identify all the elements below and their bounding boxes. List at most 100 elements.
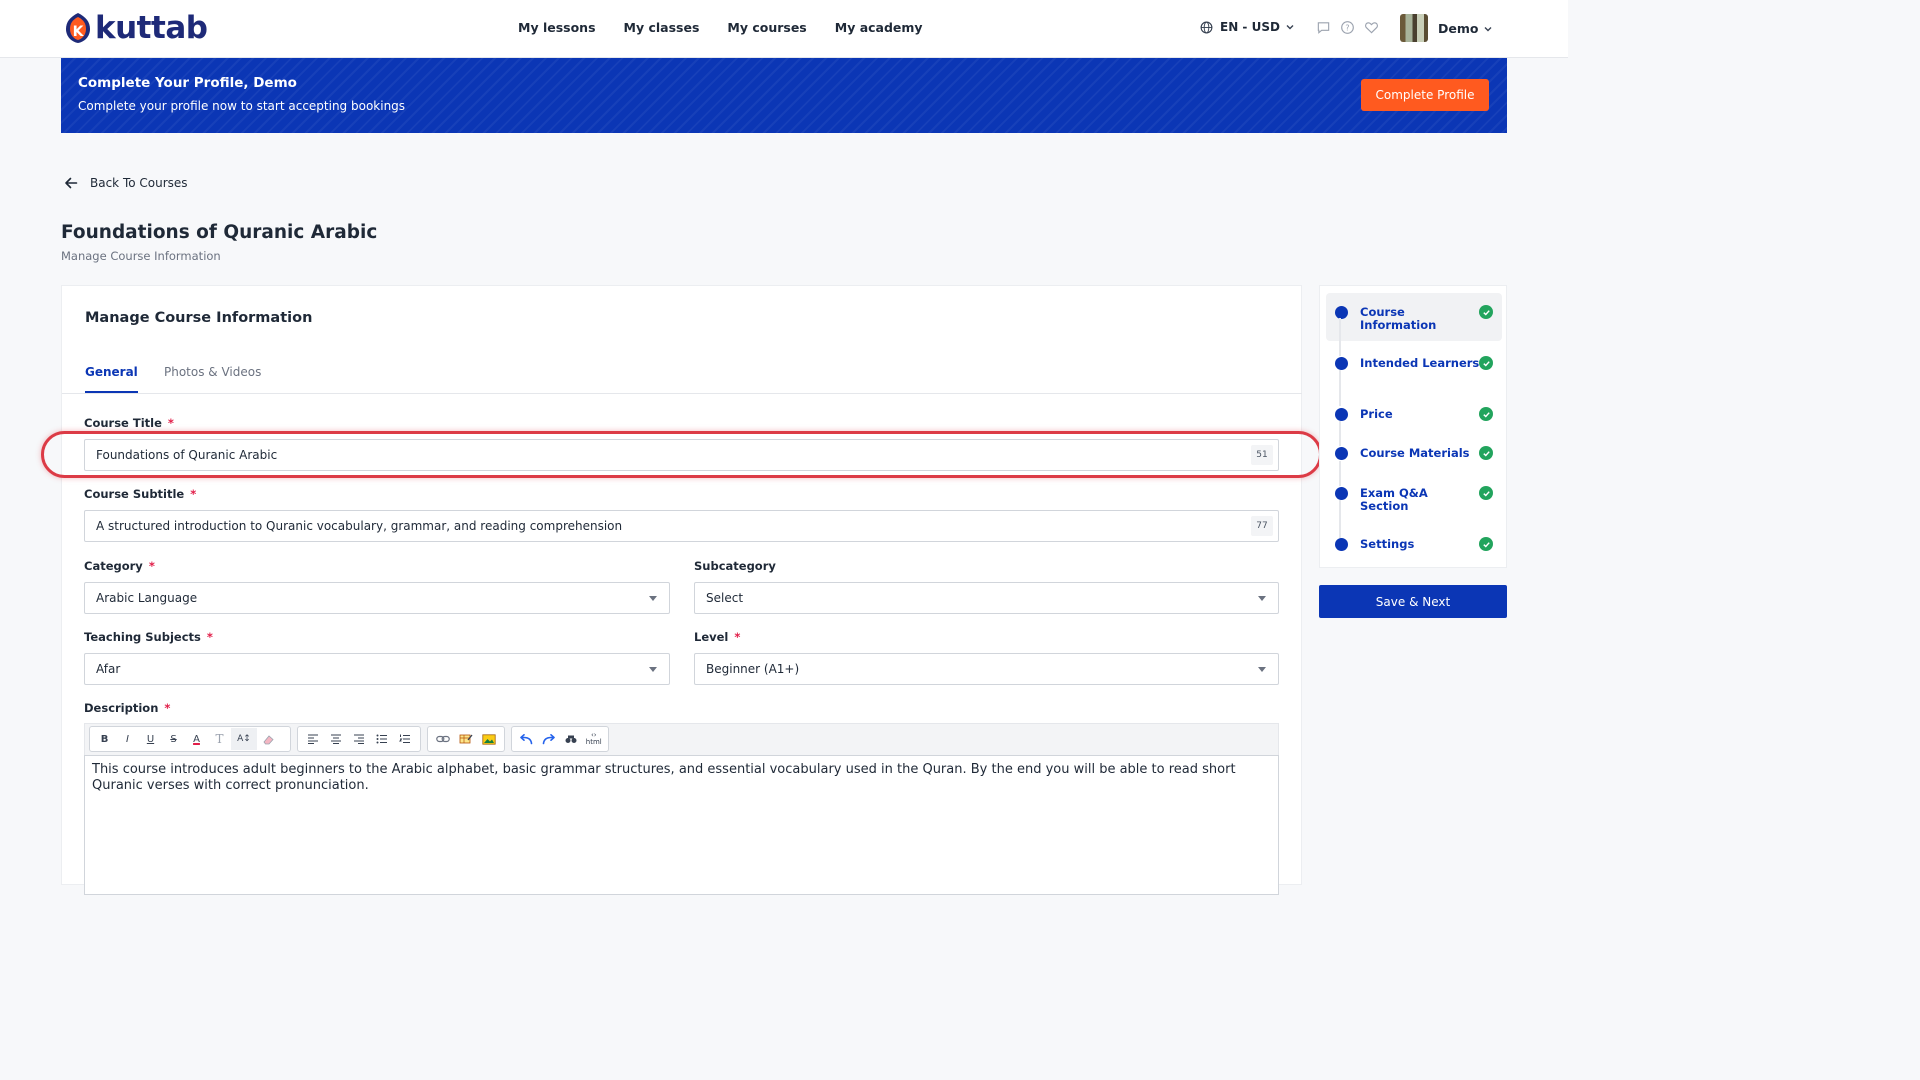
level-label: Level * (694, 630, 741, 644)
nav-my-classes[interactable]: My classes (624, 20, 700, 35)
page-subtitle: Manage Course Information (61, 249, 221, 263)
required-mark: * (167, 416, 174, 430)
main-nav: My lessons My classes My courses My acad… (518, 20, 951, 35)
help-icon[interactable]: ? (1340, 20, 1355, 35)
check-circle-icon (1479, 486, 1493, 500)
required-mark: * (190, 487, 197, 501)
paragraph-group (297, 726, 421, 752)
numbered-list-icon[interactable] (393, 728, 416, 750)
course-title-char-counter: 51 (1251, 445, 1273, 465)
back-label: Back To Courses (90, 176, 188, 190)
subcategory-value: Select (706, 591, 744, 605)
teaching-subjects-label: Teaching Subjects * (84, 630, 213, 644)
redo-icon[interactable] (538, 728, 561, 750)
table-edit-icon[interactable] (454, 728, 477, 750)
language-currency-selector[interactable]: EN - USD (1200, 20, 1302, 34)
step-connector (1339, 461, 1341, 486)
bulleted-list-icon[interactable] (370, 728, 393, 750)
italic-button[interactable]: I (116, 728, 139, 750)
teaching-subjects-value: Afar (96, 662, 121, 676)
user-name: Demo (1438, 21, 1479, 36)
step-dot (1335, 306, 1348, 319)
svg-text:?: ? (1345, 23, 1349, 32)
nav-my-lessons[interactable]: My lessons (518, 20, 596, 35)
align-center-icon[interactable] (324, 728, 347, 750)
step-exam-qa-section[interactable]: Exam Q&A Section (1326, 478, 1502, 518)
step-dot (1335, 487, 1348, 500)
font-color-button[interactable]: A (185, 728, 208, 750)
globe-icon (1200, 21, 1213, 33)
step-connector (1339, 370, 1341, 406)
image-icon[interactable] (477, 728, 500, 750)
complete-profile-button[interactable]: Complete Profile (1361, 79, 1489, 111)
step-label: Price (1360, 407, 1393, 421)
nav-my-courses[interactable]: My courses (727, 20, 806, 35)
course-subtitle-char-counter: 77 (1251, 516, 1273, 536)
heart-icon[interactable] (1364, 20, 1379, 35)
step-intended-learners[interactable]: Intended Learners (1326, 348, 1502, 388)
step-price[interactable]: Price (1326, 399, 1502, 427)
logo-text: kuttab (95, 10, 208, 46)
subcategory-label: Subcategory (694, 559, 776, 573)
caret-down-icon (649, 596, 657, 601)
tab-photos-videos[interactable]: Photos & Videos (164, 365, 261, 379)
language-currency-label: EN - USD (1220, 20, 1280, 34)
step-settings[interactable]: Settings (1326, 529, 1502, 557)
required-mark: * (734, 630, 741, 644)
undo-icon[interactable] (515, 728, 538, 750)
kuttab-logo[interactable]: K kuttab (62, 10, 208, 46)
step-dot (1335, 357, 1348, 370)
banner-subtitle: Complete your profile now to start accep… (78, 99, 406, 113)
chat-icon[interactable] (1316, 20, 1331, 35)
description-label: Description * (84, 701, 171, 715)
link-icon[interactable] (431, 728, 454, 750)
required-mark: * (164, 701, 171, 715)
course-title-input[interactable]: Foundations of Quranic Arabic 51 (84, 439, 1279, 471)
source-html-button[interactable]: ‹› html (583, 728, 606, 750)
text-format-group: B I U S A T A↕ (89, 726, 291, 752)
history-group: ‹› html (511, 726, 609, 752)
insert-group (427, 726, 505, 752)
font-size-button[interactable]: A↕ (231, 728, 257, 750)
banner-title: Complete Your Profile, Demo (78, 75, 297, 91)
step-dot (1335, 538, 1348, 551)
tab-general[interactable]: General (85, 365, 138, 393)
logo-emblem-icon: K (66, 13, 90, 43)
nav-my-academy[interactable]: My academy (835, 20, 923, 35)
category-value: Arabic Language (96, 591, 198, 605)
course-subtitle-input[interactable]: A structured introduction to Quranic voc… (84, 510, 1279, 542)
complete-profile-banner: Complete Your Profile, Demo Complete you… (61, 58, 1507, 133)
find-icon[interactable] (560, 728, 583, 750)
category-label: Category * (84, 559, 155, 573)
step-label: Settings (1360, 537, 1415, 551)
teaching-subjects-select[interactable]: Afar (84, 653, 670, 685)
bold-button[interactable]: B (93, 728, 116, 750)
course-subtitle-label: Course Subtitle * (84, 487, 197, 501)
user-menu[interactable]: Demo (1438, 21, 1493, 36)
align-right-icon[interactable] (347, 728, 370, 750)
align-left-icon[interactable] (301, 728, 324, 750)
back-to-courses-link[interactable]: Back To Courses (63, 175, 188, 191)
check-circle-icon (1479, 305, 1493, 319)
arrow-left-icon (65, 177, 78, 189)
save-and-next-button[interactable]: Save & Next (1319, 585, 1507, 618)
page-title: Foundations of Quranic Arabic (61, 222, 378, 243)
underline-button[interactable]: U (139, 728, 162, 750)
strikethrough-button[interactable]: S (162, 728, 185, 750)
required-mark: * (148, 559, 155, 573)
subcategory-select[interactable]: Select (694, 582, 1279, 614)
format-button[interactable]: T (208, 728, 231, 750)
category-select[interactable]: Arabic Language (84, 582, 670, 614)
description-editor[interactable]: This course introduces adult beginners t… (84, 755, 1279, 895)
course-title-label: Course Title * (84, 416, 174, 430)
check-circle-icon (1479, 446, 1493, 460)
caret-down-icon (649, 667, 657, 672)
header-icons: ? (1316, 20, 1388, 35)
step-connector (1339, 421, 1341, 446)
level-select[interactable]: Beginner (A1+) (694, 653, 1279, 685)
step-course-materials[interactable]: Course Materials (1326, 438, 1502, 466)
step-course-information[interactable]: Course Information (1326, 293, 1502, 341)
tab-bar: General Photos & Videos (62, 356, 1302, 394)
eraser-icon[interactable] (257, 728, 280, 750)
avatar[interactable] (1400, 14, 1428, 42)
